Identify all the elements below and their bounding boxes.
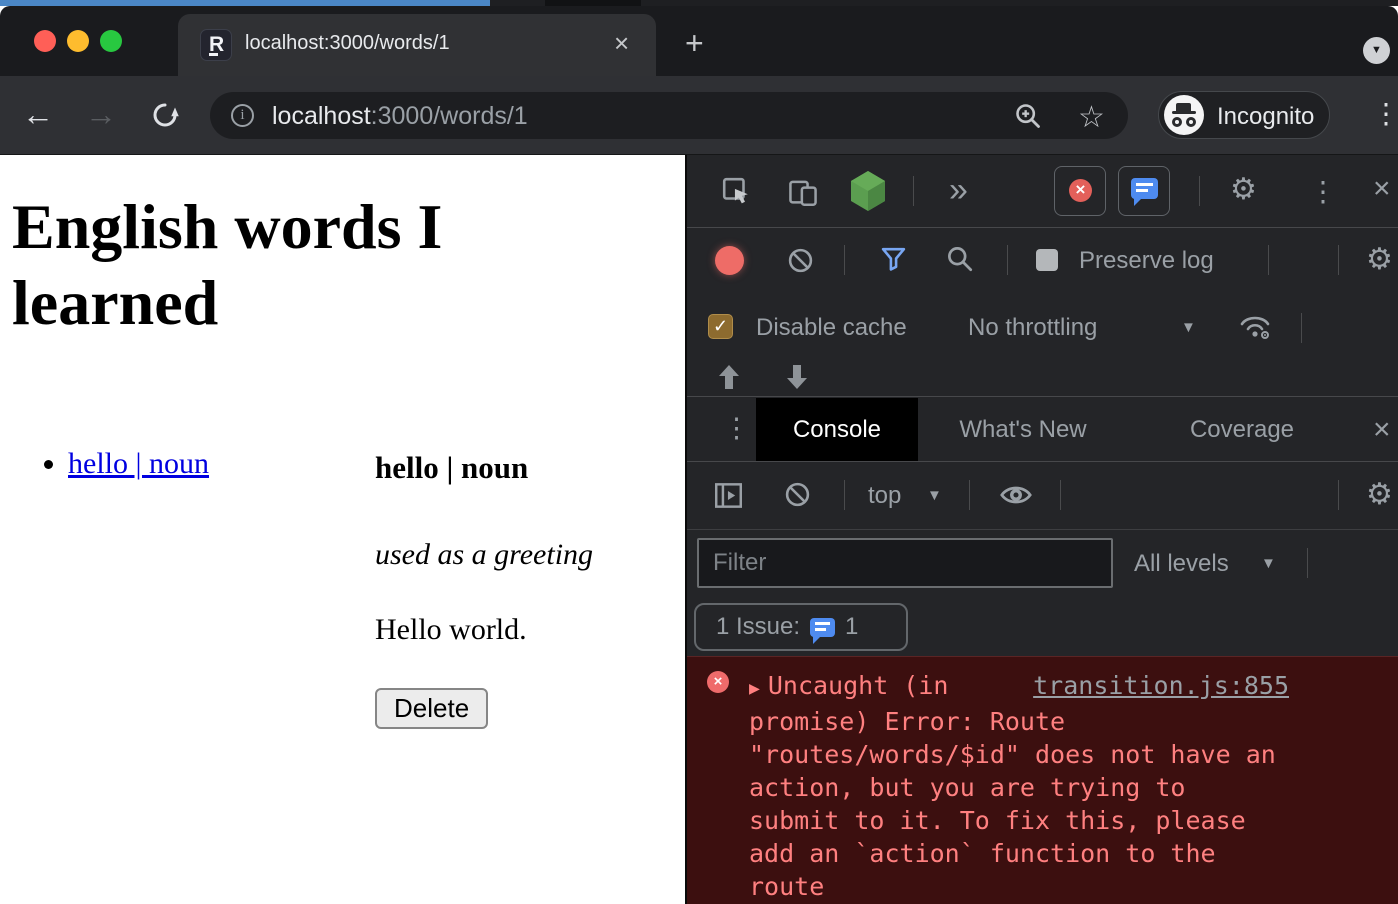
zoom-icon[interactable] — [1014, 102, 1042, 130]
browser-tab[interactable]: R localhost:3000/words/1 × — [178, 14, 656, 76]
new-tab-button[interactable]: + — [685, 30, 704, 56]
word-definition: used as a greeting — [375, 538, 593, 572]
remix-favicon-icon: R — [200, 29, 232, 61]
tab-coverage[interactable]: Coverage — [1179, 398, 1305, 461]
preserve-log-label: Preserve log — [1079, 247, 1214, 275]
up-arrow-icon[interactable] — [718, 360, 740, 394]
word-example: Hello world. — [375, 613, 527, 647]
page-content: English words I learned hello | noun hel… — [0, 155, 685, 904]
url-host: localhost — [272, 102, 371, 130]
issues-counter-button[interactable]: 1 Issue: 1 — [694, 603, 908, 651]
incognito-badge: Incognito — [1158, 91, 1330, 139]
url-path: :3000/words/1 — [371, 102, 528, 130]
site-info-icon[interactable]: i — [231, 104, 254, 127]
drawer-menu-icon[interactable]: ⋮ — [723, 413, 750, 444]
message-icon — [1131, 178, 1158, 199]
record-network-icon[interactable] — [715, 246, 744, 275]
context-caret-icon[interactable]: ▼ — [927, 487, 942, 504]
devtools-close-icon[interactable]: × — [1373, 172, 1391, 206]
device-toolbar-icon[interactable] — [787, 175, 819, 207]
devtools-settings-icon[interactable]: ⚙ — [1230, 175, 1257, 205]
down-arrow-icon[interactable] — [786, 360, 808, 394]
word-detail-title: hello | noun — [375, 450, 528, 486]
word-link[interactable]: hello | noun — [68, 447, 209, 480]
tab-console[interactable]: Console — [756, 398, 918, 461]
issue-message-icon — [810, 618, 835, 637]
disable-cache-checkbox[interactable]: ✓ — [708, 314, 733, 339]
inspect-element-icon[interactable] — [721, 176, 751, 206]
browser-window: R localhost:3000/words/1 × + ▼ ← → i loc… — [0, 0, 1398, 904]
macos-fullscreen-button[interactable] — [100, 30, 122, 52]
console-sidebar-icon[interactable] — [714, 481, 743, 510]
clear-console-icon[interactable] — [784, 481, 811, 508]
page-title: English words I learned — [12, 189, 552, 341]
issues-label: 1 Issue: — [716, 613, 800, 641]
context-dropdown[interactable]: top — [868, 482, 901, 510]
console-filter-input[interactable] — [697, 538, 1113, 588]
address-bar[interactable]: i localhost:3000/words/1 ☆ — [210, 92, 1128, 139]
browser-toolbar: ← → i localhost:3000/words/1 ☆ In — [0, 76, 1398, 155]
forward-button[interactable]: → — [85, 98, 117, 130]
tab-whats-new[interactable]: What's New — [943, 398, 1103, 461]
list-item: hello | noun — [68, 447, 209, 481]
url-text: localhost:3000/words/1 — [272, 102, 528, 131]
issues-count: 1 — [845, 613, 858, 641]
clear-network-icon[interactable] — [787, 247, 814, 274]
tab-search-button[interactable]: ▼ — [1363, 37, 1390, 64]
tab-title: localhost:3000/words/1 — [245, 32, 450, 55]
nodejs-icon[interactable] — [848, 169, 888, 213]
error-text: Uncaught (in promise) Error: Route "rout… — [749, 671, 1276, 901]
expand-caret-icon[interactable]: ▶ — [749, 678, 760, 699]
log-levels-dropdown[interactable]: All levels — [1134, 550, 1229, 578]
devtools-menu-icon[interactable]: ⋮ — [1309, 175, 1337, 208]
drawer-close-icon[interactable]: × — [1373, 413, 1391, 447]
more-panels-icon[interactable]: » — [949, 171, 968, 210]
network-settings-icon[interactable]: ⚙ — [1366, 245, 1393, 275]
browser-menu-icon[interactable]: ⋮ — [1372, 100, 1398, 128]
tab-close-icon[interactable]: × — [614, 30, 629, 56]
devtools-panel: » × ⚙ ⋮ × Preserve log — [685, 155, 1398, 904]
incognito-icon — [1164, 95, 1204, 135]
console-error-message: × transition.js:855 ▶Uncaught (in promise… — [687, 656, 1398, 904]
preserve-log-checkbox[interactable] — [1036, 249, 1058, 271]
filter-funnel-icon[interactable] — [880, 245, 907, 272]
search-network-icon[interactable] — [946, 245, 973, 272]
error-source-link[interactable]: transition.js:855 — [1033, 669, 1289, 702]
log-levels-caret-icon[interactable]: ▼ — [1261, 555, 1276, 572]
delete-button[interactable]: Delete — [375, 688, 488, 729]
macos-close-button[interactable] — [34, 30, 56, 52]
network-conditions-icon[interactable] — [1237, 311, 1273, 341]
back-button[interactable]: ← — [22, 98, 54, 130]
error-badge-button[interactable]: × — [1054, 166, 1106, 216]
macos-minimize-button[interactable] — [67, 30, 89, 52]
error-count-icon: × — [1069, 179, 1092, 202]
reload-button[interactable] — [150, 100, 180, 130]
disable-cache-label: Disable cache — [756, 314, 907, 342]
incognito-label: Incognito — [1217, 103, 1314, 131]
error-icon: × — [707, 671, 729, 693]
issues-bubble-button[interactable] — [1118, 166, 1170, 216]
tab-bar: R localhost:3000/words/1 × + ▼ — [0, 6, 1398, 76]
bookmark-star-icon[interactable]: ☆ — [1078, 100, 1105, 135]
throttling-caret-icon[interactable]: ▼ — [1181, 319, 1196, 336]
throttling-dropdown[interactable]: No throttling — [968, 314, 1097, 342]
live-expression-icon[interactable] — [999, 482, 1033, 508]
word-list: hello | noun — [26, 447, 209, 481]
console-settings-icon[interactable]: ⚙ — [1366, 480, 1393, 510]
